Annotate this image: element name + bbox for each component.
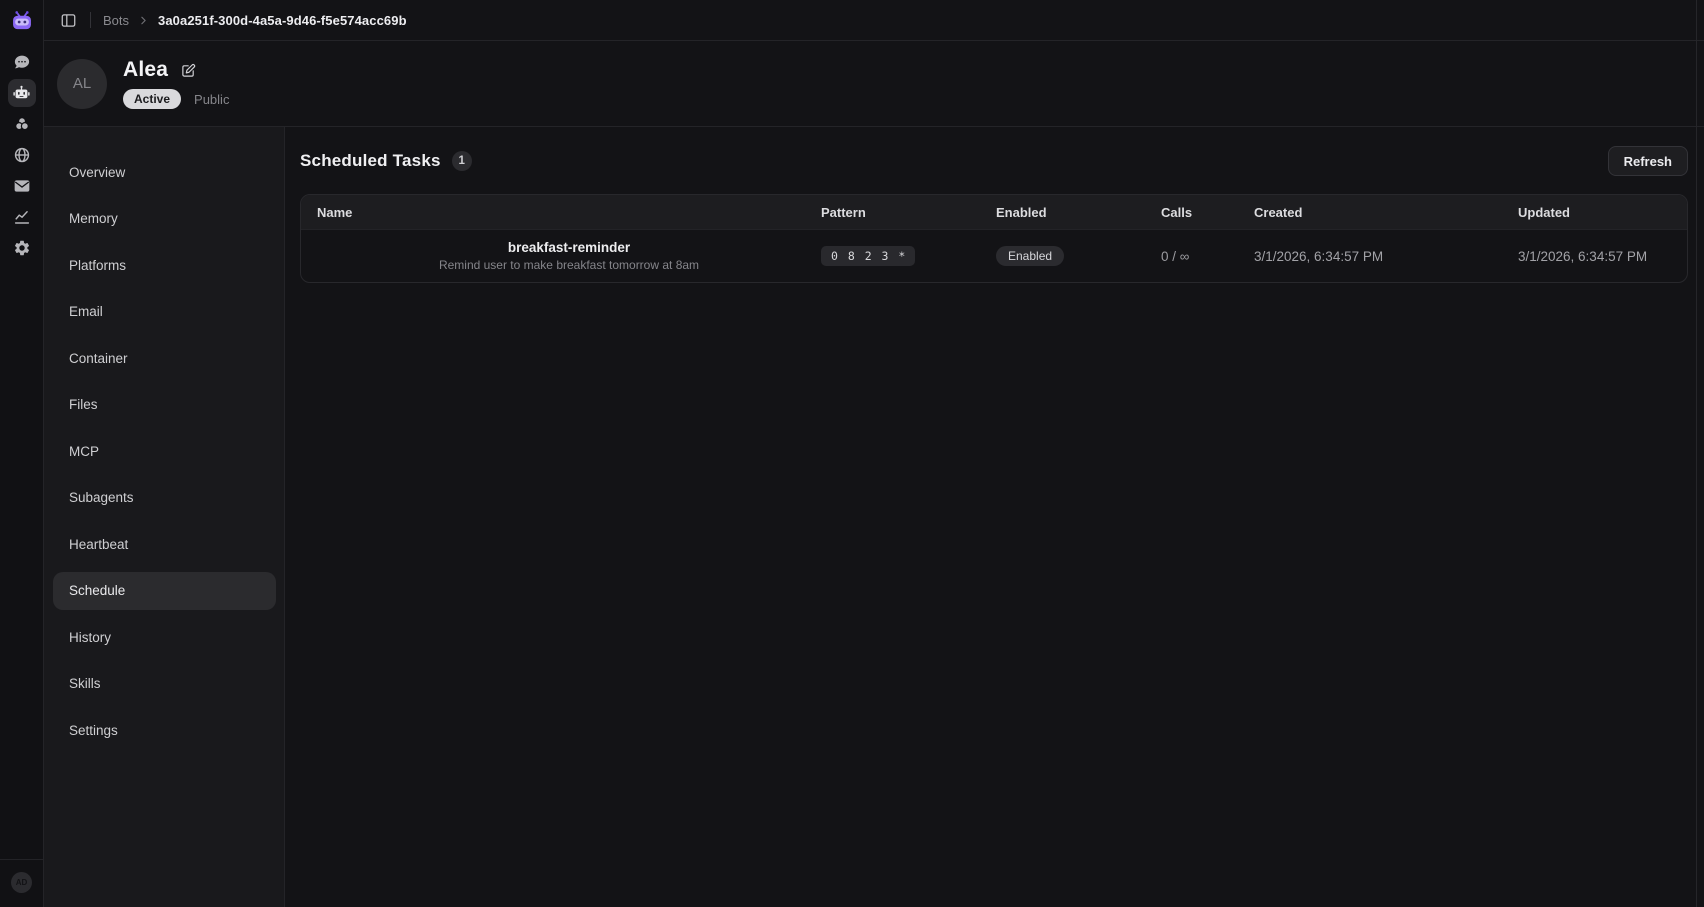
chevron-right-icon [137,14,150,27]
topbar: Bots 3a0a251f-300d-4a5a-9d46-f5e574acc69… [44,0,1704,41]
chart-icon[interactable] [8,203,36,231]
robot-logo-icon [9,8,35,34]
chat-icon[interactable] [8,48,36,76]
column-header-enabled: Enabled [996,195,1161,229]
bot-name: Alea [123,58,168,82]
sidebar-item-memory[interactable]: Memory [53,200,276,238]
refresh-button[interactable]: Refresh [1608,146,1688,176]
cron-pattern-chip: 0 8 2 3 * [821,246,915,266]
sidebar-item-heartbeat[interactable]: Heartbeat [53,525,276,563]
app-logo[interactable] [0,0,43,41]
table-header-row: Name Pattern Enabled Calls Created Updat… [301,195,1687,229]
scheduled-tasks-table: Name Pattern Enabled Calls Created Updat… [300,194,1688,283]
user-avatar[interactable]: AD [11,872,32,893]
edit-name-button[interactable] [181,63,196,78]
scrollbar-track[interactable] [1696,0,1697,907]
sidebar-item-container[interactable]: Container [53,339,276,377]
sidebar-item-settings[interactable]: Settings [53,711,276,749]
calls-value: 0 / ∞ [1161,249,1189,264]
column-header-created: Created [1254,195,1518,229]
sidebar-item-overview[interactable]: Overview [53,153,276,191]
task-created-cell: 3/1/2026, 6:34:57 PM [1254,230,1518,282]
app-window: AD Bots 3a0a251f-300d-4a5a-9d46-f5e574ac… [0,0,1704,907]
globe-icon[interactable] [8,141,36,169]
sidebar-toggle-button[interactable] [54,6,82,34]
sidebar-item-skills[interactable]: Skills [53,665,276,703]
rail-footer: AD [0,859,43,907]
mail-icon[interactable] [8,172,36,200]
sidebar-item-schedule[interactable]: Schedule [53,572,276,610]
status-badge: Active [123,89,181,109]
icon-rail: AD [0,0,44,907]
task-updated-cell: 3/1/2026, 6:34:57 PM [1518,230,1687,282]
sidebar-item-subagents[interactable]: Subagents [53,479,276,517]
task-description: Remind user to make breakfast tomorrow a… [439,258,699,272]
breadcrumb-bot-id: 3a0a251f-300d-4a5a-9d46-f5e574acc69b [158,13,407,28]
sidebar-item-mcp[interactable]: MCP [53,432,276,470]
rail-nav [8,48,36,262]
enabled-badge: Enabled [996,246,1064,266]
breadcrumb: Bots 3a0a251f-300d-4a5a-9d46-f5e574acc69… [103,13,407,28]
task-pattern-cell: 0 8 2 3 * [821,230,996,282]
updated-value: 3/1/2026, 6:34:57 PM [1518,249,1647,264]
nodes-icon[interactable] [8,110,36,138]
task-calls-cell: 0 / ∞ [1161,230,1254,282]
bot-sidebar: Overview Memory Platforms Email Containe… [44,127,285,907]
breadcrumb-bots-link[interactable]: Bots [103,13,129,28]
column-header-pattern: Pattern [821,195,996,229]
topbar-separator [90,12,91,28]
column-header-calls: Calls [1161,195,1254,229]
task-name: breakfast-reminder [508,240,630,255]
panel-left-icon [60,12,77,29]
bot-meta: Alea Active Public [123,58,229,109]
page-title: Scheduled Tasks [300,151,441,171]
table-row[interactable]: breakfast-reminder Remind user to make b… [301,229,1687,282]
task-enabled-cell: Enabled [996,230,1161,282]
bot-header: AL Alea Active Public [44,41,1704,127]
bot-avatar: AL [57,59,107,109]
sidebar-item-files[interactable]: Files [53,386,276,424]
column-header-name: Name [301,195,821,229]
column-header-updated: Updated [1518,195,1687,229]
gear-icon[interactable] [8,234,36,262]
task-count-badge: 1 [452,151,472,171]
main-content: Scheduled Tasks 1 Refresh Name Pattern E… [285,127,1704,907]
sidebar-item-platforms[interactable]: Platforms [53,246,276,284]
created-value: 3/1/2026, 6:34:57 PM [1254,249,1383,264]
main-header: Scheduled Tasks 1 Refresh [300,145,1688,177]
edit-pencil-icon [181,63,196,78]
visibility-label: Public [194,92,229,107]
sidebar-item-history[interactable]: History [53,618,276,656]
bot-icon[interactable] [8,79,36,107]
task-name-cell: breakfast-reminder Remind user to make b… [301,230,821,282]
sidebar-item-email[interactable]: Email [53,293,276,331]
